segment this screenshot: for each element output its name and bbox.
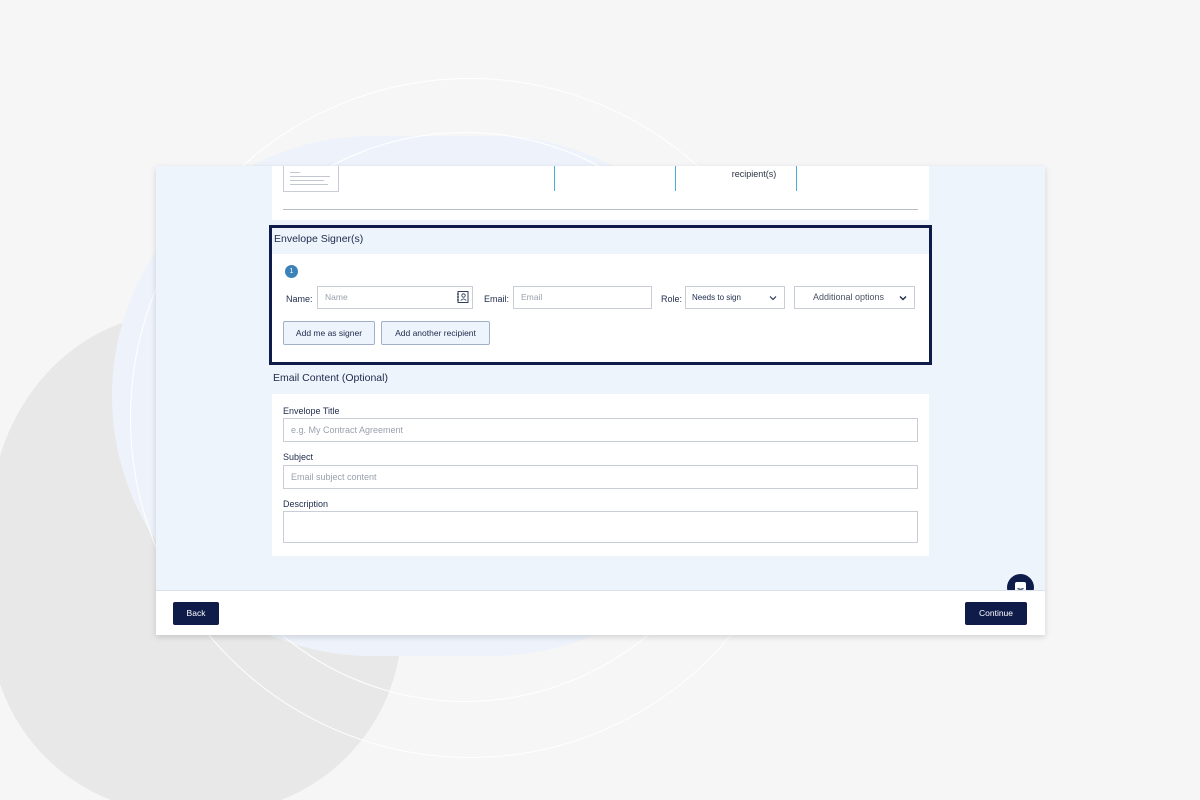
add-me-as-signer-button[interactable]: Add me as signer <box>283 321 375 345</box>
envelope-title-placeholder: e.g. My Contract Agreement <box>291 425 404 435</box>
email-content-card: Envelope Title e.g. My Contract Agreemen… <box>272 394 929 556</box>
add-another-recipient-button[interactable]: Add another recipient <box>381 321 490 345</box>
subject-placeholder: Email subject content <box>291 472 377 482</box>
document-thumbnail[interactable] <box>283 166 339 192</box>
chevron-down-icon <box>769 296 777 301</box>
name-input[interactable]: Name <box>317 286 473 309</box>
document-summary-card: recipient(s) <box>272 166 929 220</box>
role-select[interactable]: Needs to sign <box>685 286 785 309</box>
email-content-title: Email Content (Optional) <box>273 372 388 384</box>
envelope-signers-section: Envelope Signer(s) 1 Name: Name Email: E… <box>269 225 932 365</box>
divider <box>283 209 918 210</box>
email-input[interactable]: Email <box>513 286 652 309</box>
role-label: Role: <box>661 294 683 304</box>
app-window: recipient(s) Envelope Signer(s) 1 Name: … <box>156 166 1045 635</box>
role-value: Needs to sign <box>692 293 741 302</box>
additional-options-dropdown[interactable]: Additional options <box>794 286 915 309</box>
email-placeholder: Email <box>521 292 543 302</box>
subject-label: Subject <box>283 452 314 462</box>
footer-bar: Back Continue <box>156 590 1045 635</box>
chevron-down-icon <box>899 296 907 301</box>
recipients-count-text: recipient(s) <box>731 169 777 179</box>
name-placeholder: Name <box>325 292 348 302</box>
envelope-title-input[interactable]: e.g. My Contract Agreement <box>283 418 918 442</box>
envelope-title-label: Envelope Title <box>283 406 340 416</box>
description-textarea[interactable] <box>283 511 918 543</box>
back-button[interactable]: Back <box>173 602 219 625</box>
column-divider <box>675 166 676 191</box>
signer-step-badge: 1 <box>285 265 298 278</box>
contact-book-icon[interactable] <box>457 291 469 303</box>
column-divider <box>554 166 555 191</box>
continue-button[interactable]: Continue <box>965 602 1027 625</box>
additional-options-label: Additional options <box>813 292 885 302</box>
email-label: Email: <box>484 294 510 304</box>
signers-section-title: Envelope Signer(s) <box>272 228 929 254</box>
subject-input[interactable]: Email subject content <box>283 465 918 489</box>
name-label: Name: <box>286 294 313 304</box>
column-divider <box>796 166 797 191</box>
description-label: Description <box>283 499 329 509</box>
